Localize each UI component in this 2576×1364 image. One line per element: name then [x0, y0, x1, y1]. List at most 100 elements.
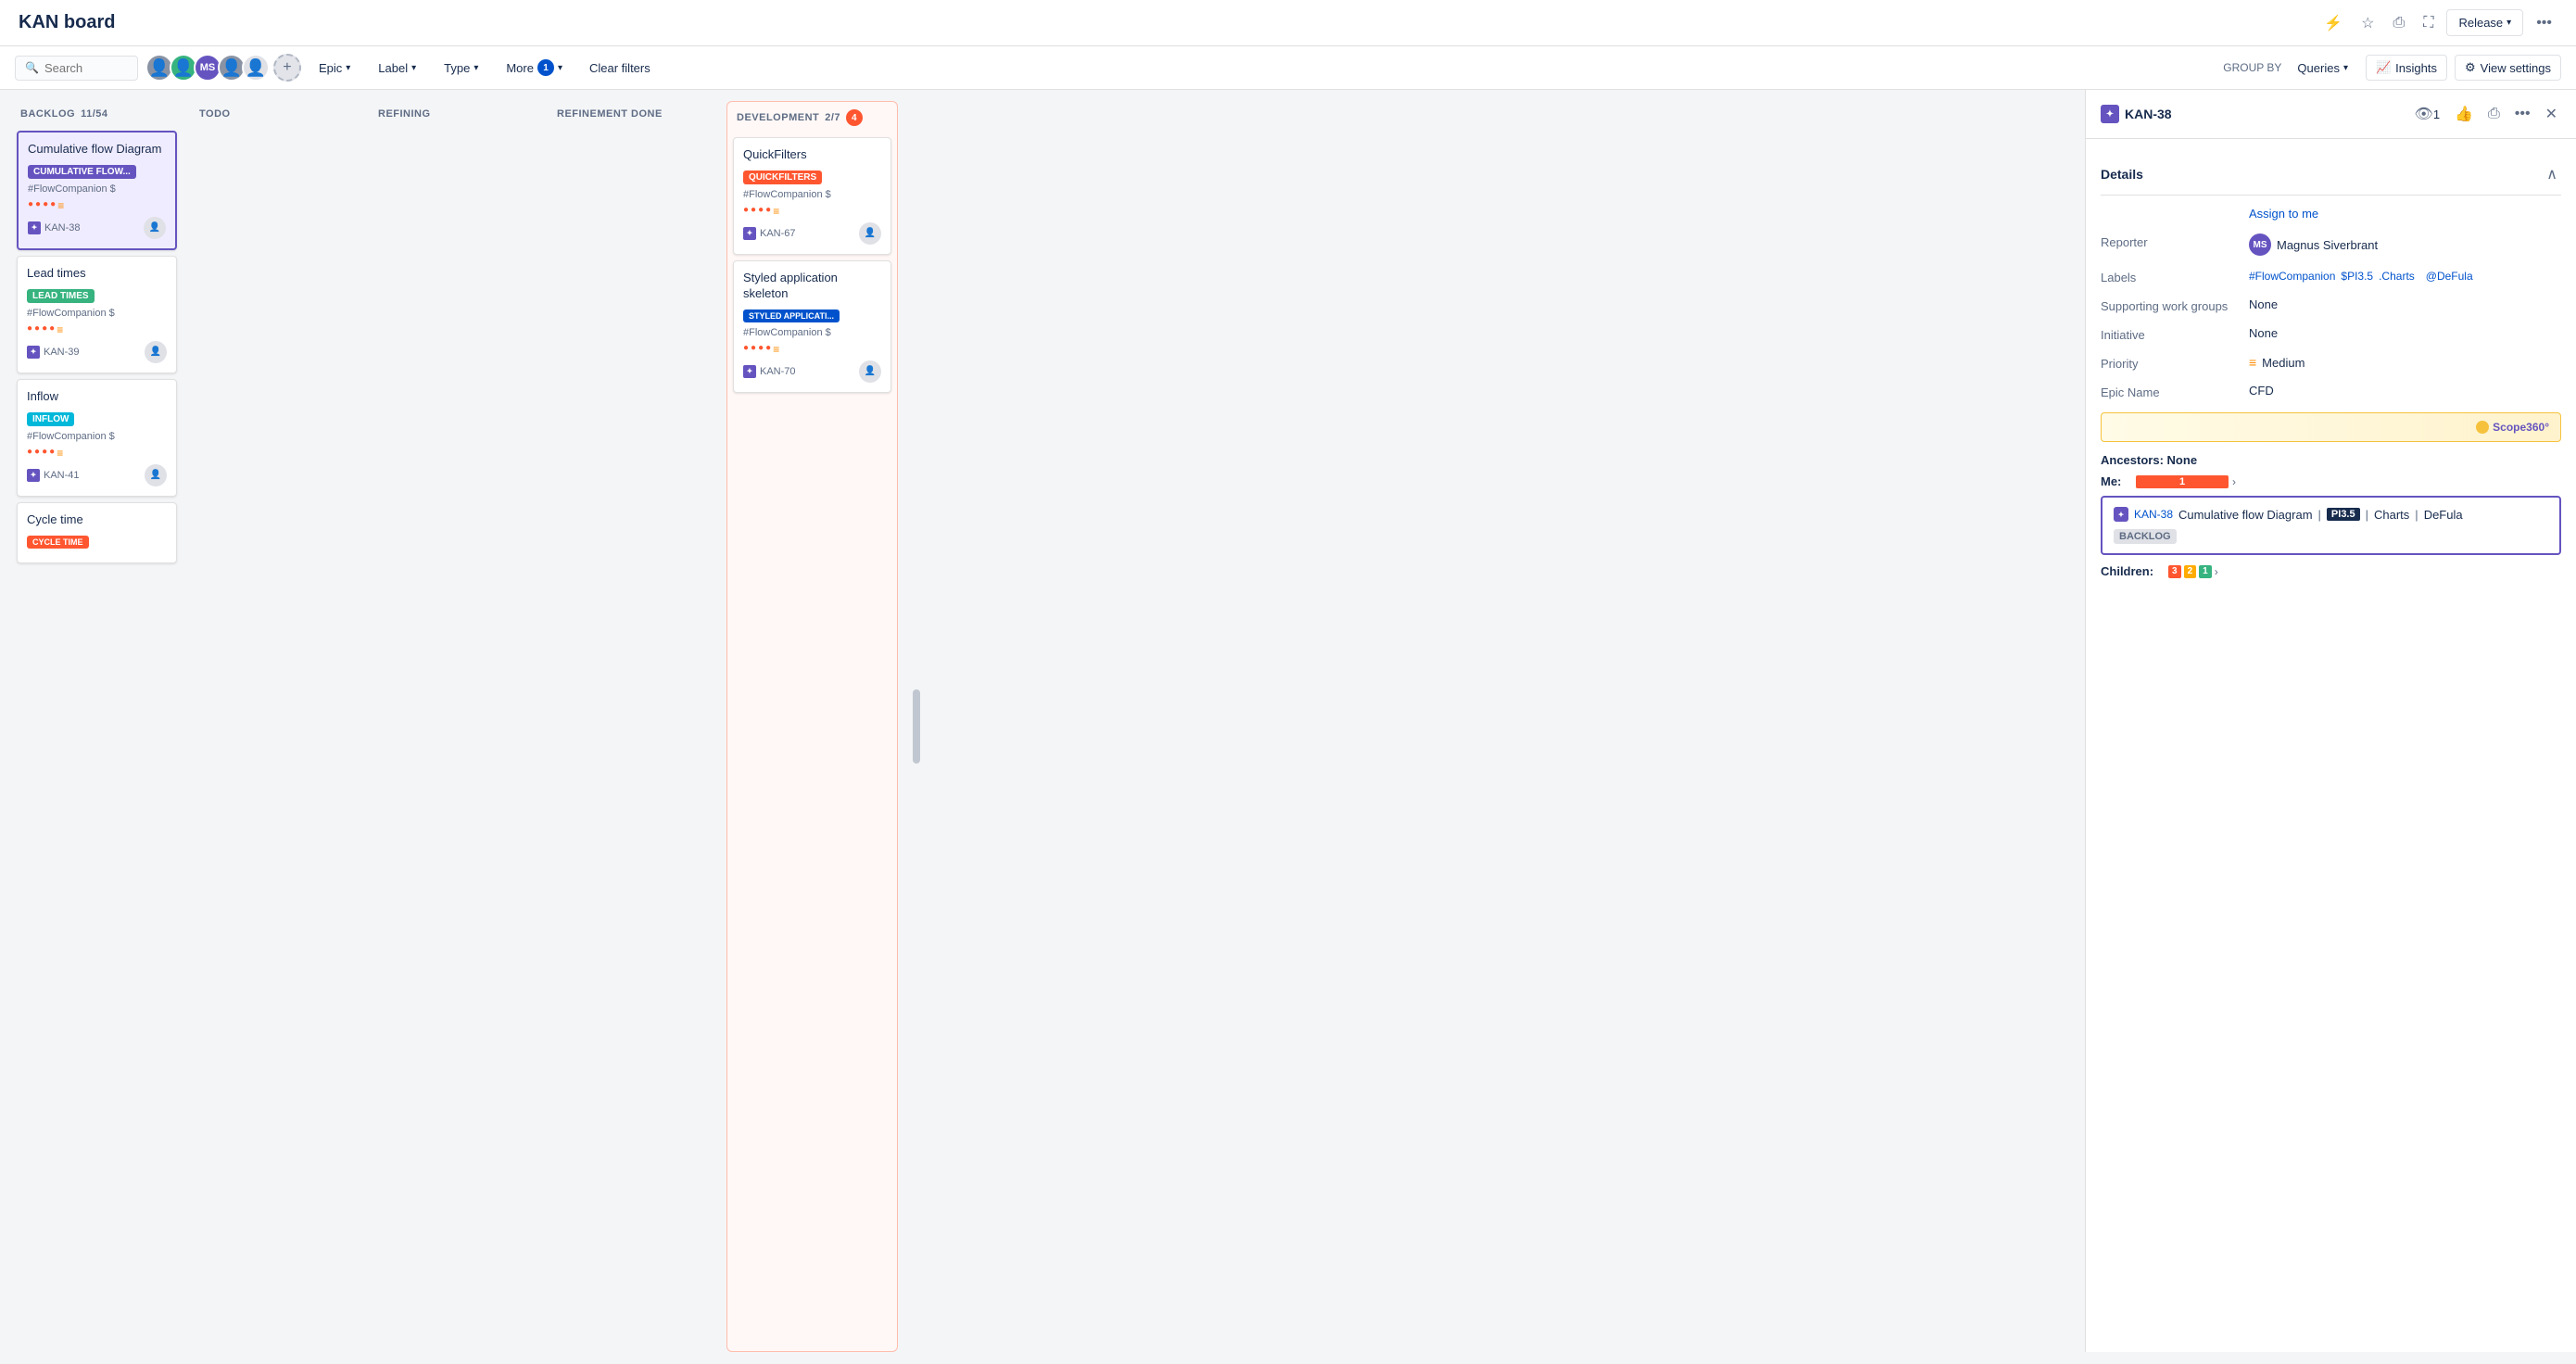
expand-button[interactable]: ⛶: [2418, 11, 2439, 35]
more-filter-button[interactable]: More 1 ▾: [496, 54, 573, 82]
detail-view-button[interactable]: 👁 1: [2411, 101, 2444, 127]
queries-chevron-icon: ▾: [2343, 63, 2348, 73]
me-label: Me:: [2101, 474, 2128, 488]
epic-name-text: CFD: [2249, 384, 2274, 398]
card-kan-70-stars: ● ● ● ● ≡: [743, 343, 881, 356]
issue-link-title: ✦ KAN-38 Cumulative flow Diagram | PI3.5…: [2114, 507, 2548, 522]
children-label: Children:: [2101, 564, 2161, 578]
children-yellow-bar: 2: [2184, 565, 2197, 578]
release-button[interactable]: Release ▾: [2446, 9, 2523, 36]
scope360-bar: Scope360°: [2101, 412, 2561, 442]
card-kan-67-title: QuickFilters: [743, 147, 881, 163]
card-cycle-time[interactable]: Cycle time CYCLE TIME: [17, 502, 177, 563]
card-kan-38-avatar: 👤: [144, 217, 166, 239]
card-kan-39[interactable]: Lead times LEAD TIMES #FlowCompanion $ ●…: [17, 256, 177, 373]
backlog-badge: BACKLOG: [2114, 529, 2177, 544]
card-kan-41-stars: ● ● ● ● ≡: [27, 447, 167, 460]
lightning-button[interactable]: ⚡: [2318, 10, 2348, 36]
children-bars: 3 2 1 ›: [2168, 565, 2218, 578]
add-assignee-button[interactable]: +: [273, 54, 301, 82]
detail-close-button[interactable]: ✕: [2542, 101, 2561, 127]
star-3: ●: [42, 323, 47, 336]
label-flowcompanion[interactable]: #FlowCompanion: [2249, 270, 2335, 283]
label-filter-button[interactable]: Label ▾: [368, 56, 426, 81]
priority-label: Priority: [2101, 355, 2249, 371]
scope360-dot: [2476, 421, 2489, 434]
more-options-button[interactable]: •••: [2531, 11, 2557, 35]
view-settings-button[interactable]: ⚙ View settings: [2455, 55, 2561, 81]
reporter-name: Magnus Siverbrant: [2277, 238, 2378, 252]
issue-link-id[interactable]: KAN-38: [2134, 508, 2173, 521]
search-box[interactable]: 🔍: [15, 56, 138, 81]
label-charts[interactable]: .Charts: [2379, 270, 2415, 283]
toolbar: 🔍 👤 👤 MS 👤 👤 + Epic ▾ Label ▾ Type ▾ Mor…: [0, 46, 2576, 90]
type-chevron-icon: ▾: [474, 63, 478, 73]
type-filter-button[interactable]: Type ▾: [434, 56, 488, 81]
search-input[interactable]: [44, 61, 128, 75]
kan-38-icon: ✦: [28, 221, 41, 234]
card-kan-67[interactable]: QuickFilters QUICKFILTERS #FlowCompanion…: [733, 137, 891, 255]
card-kan-41-avatar: 👤: [145, 464, 167, 486]
avatar-5[interactable]: 👤: [242, 54, 270, 82]
epic-filter-button[interactable]: Epic ▾: [309, 56, 360, 81]
card-kan-41[interactable]: Inflow INFLOW #FlowCompanion $ ● ● ● ● ≡…: [17, 379, 177, 497]
todo-cards: [190, 127, 361, 1352]
queries-label: Queries: [2297, 61, 2340, 75]
star-1: ●: [28, 199, 33, 212]
star-2: ●: [35, 199, 41, 212]
clear-filters-button[interactable]: Clear filters: [580, 57, 660, 80]
assign-value: Assign to me: [2249, 207, 2561, 221]
card-kan-38-label: CUMULATIVE FLOW...: [28, 165, 136, 179]
release-label: Release: [2458, 16, 2503, 30]
epic-name-value: CFD: [2249, 384, 2561, 398]
development-cards: QuickFilters QUICKFILTERS #FlowCompanion…: [727, 133, 897, 1351]
card-kan-41-label: INFLOW: [27, 412, 74, 426]
backlog-title: BACKLOG: [20, 108, 75, 120]
queries-button[interactable]: Queries ▾: [2287, 56, 2358, 81]
card-kan-70-avatar: 👤: [859, 360, 881, 383]
detail-share-button[interactable]: ⎙: [2484, 102, 2504, 126]
issue-link-title-text: Cumulative flow Diagram: [2178, 508, 2313, 522]
epic-name-label: Epic Name: [2101, 384, 2249, 399]
card-kan-38[interactable]: Cumulative flow Diagram CUMULATIVE FLOW.…: [17, 131, 177, 250]
insights-button[interactable]: 📈 Insights: [2366, 55, 2447, 81]
share-icon: ⎙: [2488, 106, 2500, 122]
epic-filter-label: Epic: [319, 61, 342, 75]
view-settings-label: View settings: [2481, 61, 2551, 75]
card-kan-70[interactable]: Styled application skeleton STYLED APPLI…: [733, 260, 891, 393]
detail-more-button[interactable]: •••: [2511, 102, 2534, 126]
supporting-work-label: Supporting work groups: [2101, 297, 2249, 313]
children-green-bar: 1: [2199, 565, 2212, 578]
card-kan-67-tag: #FlowCompanion $: [743, 189, 881, 200]
refinement-done-cards: [548, 127, 719, 1352]
eye-icon: 👁: [2415, 105, 2433, 123]
issue-link-row: ✦ KAN-38 Cumulative flow Diagram | PI3.5…: [2101, 496, 2561, 555]
label-pi35[interactable]: $PI3.5: [2341, 270, 2373, 283]
children-arrow: ›: [2215, 565, 2218, 578]
card-kan-38-stars: ● ● ● ● ≡: [28, 199, 166, 212]
view-settings-icon: ⚙: [2465, 60, 2476, 75]
kan-41-id-text: KAN-41: [44, 470, 80, 481]
detail-section-title: Details: [2101, 167, 2143, 182]
labels-label: Labels: [2101, 269, 2249, 284]
scroll-area: [905, 101, 928, 1352]
refinement-done-title: REFINEMENT DONE: [557, 108, 663, 120]
refining-column: REFINING: [369, 101, 540, 1352]
detail-thumbsup-button[interactable]: 👍: [2451, 101, 2477, 127]
type-filter-label: Type: [444, 61, 470, 75]
charts-text: Charts: [2374, 508, 2409, 522]
card-kan-39-tag: #FlowCompanion $: [27, 308, 167, 319]
more-filter-label: More: [506, 61, 534, 75]
assign-to-me-link[interactable]: Assign to me: [2249, 207, 2318, 221]
detail-collapse-button[interactable]: ∧: [2543, 161, 2561, 187]
star-1: ●: [27, 447, 32, 460]
label-defula[interactable]: @DeFula: [2426, 270, 2473, 283]
share-header-button[interactable]: ⎙: [2387, 11, 2410, 35]
detail-panel: ✦ KAN-38 👁 1 👍 ⎙ ••• ✕: [2085, 90, 2576, 1352]
scroll-indicator: [913, 689, 920, 764]
assign-label-empty: [2101, 207, 2249, 208]
star-button[interactable]: ☆: [2355, 10, 2380, 36]
refining-column-header: REFINING: [369, 101, 540, 127]
chevron-up-icon: ∧: [2546, 165, 2557, 183]
star-4: ●: [765, 343, 771, 356]
